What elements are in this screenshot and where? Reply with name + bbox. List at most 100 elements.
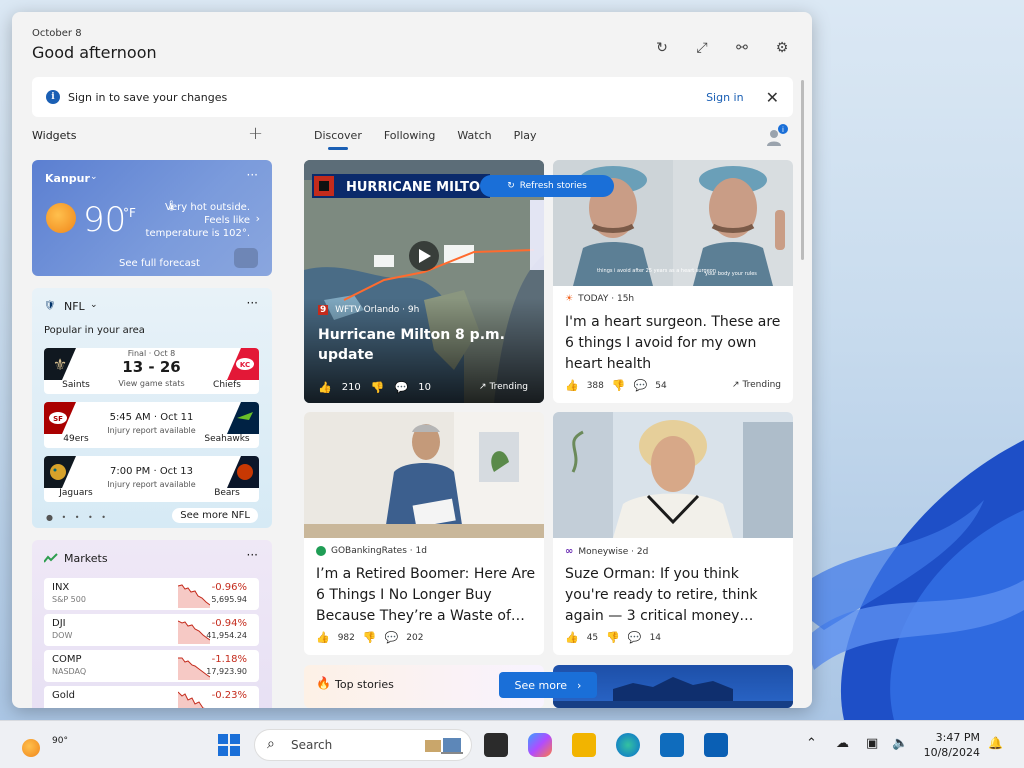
thumbs-up-icon[interactable]: 👍 <box>318 381 332 394</box>
thumbs-up-icon[interactable]: 👍 <box>316 631 330 644</box>
thumbs-down-icon[interactable]: 👎 <box>612 379 626 392</box>
comment-count: 14 <box>649 632 662 643</box>
market-change: -1.18% <box>211 654 247 665</box>
more-icon[interactable]: ··· <box>247 296 258 310</box>
widgets-title: Widgets <box>32 129 77 142</box>
taskbar-weather-widget[interactable]: 90° <box>20 729 68 757</box>
team-logo-49ers: SF <box>44 402 76 434</box>
tab-play[interactable]: Play <box>514 129 537 142</box>
refresh-icon[interactable]: ↻ <box>652 38 672 58</box>
news-card[interactable]: ∞ Moneywise · 2d Suze Orman: If you thin… <box>553 412 793 655</box>
cloud-offline-icon[interactable]: ☁ <box>836 736 849 751</box>
speaker-icon[interactable]: 🔈 <box>892 736 908 751</box>
weather-unit: °F <box>123 206 136 220</box>
comment-icon[interactable]: 💬 <box>385 631 399 644</box>
see-more-button[interactable]: See more › <box>499 672 597 698</box>
today-logo-icon: ☀ <box>565 294 574 304</box>
tab-discover[interactable]: Discover <box>314 129 362 150</box>
hero-source: 9 WFTV Orlando · 9h <box>318 305 420 315</box>
search-icon: ⌕ <box>267 736 275 752</box>
signin-link[interactable]: Sign in <box>706 91 744 104</box>
more-icon[interactable]: ··· <box>247 168 258 182</box>
news-source: GOBankingRates · 1d <box>316 546 427 556</box>
close-icon[interactable]: ✕ <box>766 88 779 107</box>
market-sparkline <box>178 691 205 708</box>
weather-location[interactable]: Kanpur <box>45 172 90 185</box>
nfl-title[interactable]: NFL <box>64 300 85 313</box>
news-headline[interactable]: Suze Orman: If you think you're ready to… <box>565 564 785 627</box>
copilot-icon[interactable] <box>528 733 552 757</box>
see-more-nfl-button[interactable]: See more NFL <box>172 508 258 523</box>
game-score: 13 - 26 <box>122 358 181 376</box>
weather-map-thumbnail[interactable] <box>234 248 258 268</box>
store-icon[interactable] <box>660 733 684 757</box>
taskbar-search[interactable]: ⌕ Search <box>254 729 472 761</box>
team-name: Chiefs <box>213 380 241 390</box>
game-note[interactable]: Injury report available <box>104 426 199 435</box>
hero-headline[interactable]: Hurricane Milton 8 p.m. update <box>318 325 528 365</box>
market-index: DOW <box>52 631 73 640</box>
comment-icon[interactable]: 💬 <box>634 379 648 392</box>
nfl-game-row[interactable]: Jaguars 7:00 PM · Oct 13 Injury report a… <box>44 456 259 502</box>
refresh-stories-button[interactable]: ↻ Refresh stories <box>480 175 614 197</box>
market-value: 17,923.90 <box>206 667 247 676</box>
tab-watch[interactable]: Watch <box>457 129 491 142</box>
news-card[interactable]: GOBankingRates · 1d I’m a Retired Boomer… <box>304 412 544 655</box>
team-logo-chiefs: KC <box>227 348 259 380</box>
sun-icon <box>22 739 40 757</box>
chevron-up-icon[interactable]: ⌃ <box>806 736 817 751</box>
gear-icon[interactable]: ⚙ <box>772 38 792 58</box>
connect-icon[interactable]: ⚯ <box>732 38 752 58</box>
game-note[interactable]: View game stats <box>104 379 199 388</box>
thumbs-down-icon[interactable]: 👎 <box>363 631 377 644</box>
markets-trend-icon <box>44 553 58 563</box>
more-icon[interactable]: ··· <box>247 548 258 562</box>
news-reactions: 👍 388 👎 💬 54 <box>565 379 667 392</box>
chevron-down-icon[interactable]: ⌄ <box>90 300 98 310</box>
like-count: 388 <box>586 380 604 391</box>
comment-icon[interactable]: 💬 <box>395 381 409 394</box>
task-view-icon[interactable] <box>484 733 508 757</box>
game-note[interactable]: Injury report available <box>104 480 199 489</box>
windows-start-icon[interactable] <box>218 734 240 756</box>
tab-following[interactable]: Following <box>384 129 436 142</box>
market-row[interactable]: Gold -0.23% <box>44 686 259 708</box>
feed-scrollbar[interactable] <box>801 80 804 260</box>
trending-badge: ↗ Trending <box>479 382 528 392</box>
news-headline[interactable]: I’m a Retired Boomer: Here Are 6 Things … <box>316 564 536 627</box>
signin-message: Sign in to save your changes <box>68 90 228 104</box>
taskbar-clock[interactable]: 3:47 PM 10/8/2024 <box>924 730 980 760</box>
search-placeholder: Search <box>291 738 333 752</box>
weather-widget[interactable]: Kanpur ⌄ ··· 90 °F 🌡 Very hot outside. F… <box>32 160 272 276</box>
retired-man-image <box>304 412 544 538</box>
nfl-game-row[interactable]: SF 49ers 5:45 AM · Oct 11 Injury report … <box>44 402 259 448</box>
notification-bell-icon[interactable]: 🔔 <box>988 736 1004 752</box>
header-date: October 8 <box>32 28 82 39</box>
add-widget-icon[interactable]: + <box>248 123 263 144</box>
chevron-right-icon[interactable]: › <box>256 212 260 225</box>
market-row[interactable]: INX S&P 500 -0.96% 5,695.94 <box>44 578 259 610</box>
edge-icon[interactable] <box>616 733 640 757</box>
carousel-dots[interactable]: ● • • • • <box>46 513 109 522</box>
market-change: -0.94% <box>211 618 247 629</box>
news-headline[interactable]: I'm a heart surgeon. These are 6 things … <box>565 312 785 375</box>
nfl-game-row[interactable]: ⚜ Saints Final · Oct 8 13 - 26 View game… <box>44 348 259 394</box>
market-row[interactable]: DJI DOW -0.94% 41,954.24 <box>44 614 259 646</box>
weather-forecast-link[interactable]: See full forecast <box>119 258 200 269</box>
comment-icon[interactable]: 💬 <box>628 631 642 644</box>
market-row[interactable]: COMP NASDAQ -1.18% 17,923.90 <box>44 650 259 682</box>
network-icon[interactable]: ▣ <box>866 736 878 751</box>
team-logo-seahawks <box>227 402 259 434</box>
file-explorer-icon[interactable] <box>572 733 596 757</box>
outlook-icon[interactable] <box>704 733 728 757</box>
profile-icon[interactable]: i <box>765 124 789 148</box>
expand-icon[interactable]: ⤢ <box>692 38 712 58</box>
thumbs-up-icon[interactable]: 👍 <box>565 379 579 392</box>
thumbs-down-icon[interactable]: 👎 <box>371 381 385 394</box>
thumbs-down-icon[interactable]: 👎 <box>606 631 620 644</box>
thumbs-up-icon[interactable]: 👍 <box>565 631 579 644</box>
refresh-icon: ↻ <box>507 181 515 191</box>
like-count: 45 <box>586 632 599 643</box>
flame-icon: 🔥 <box>316 676 331 690</box>
chevron-down-icon[interactable]: ⌄ <box>90 172 98 182</box>
